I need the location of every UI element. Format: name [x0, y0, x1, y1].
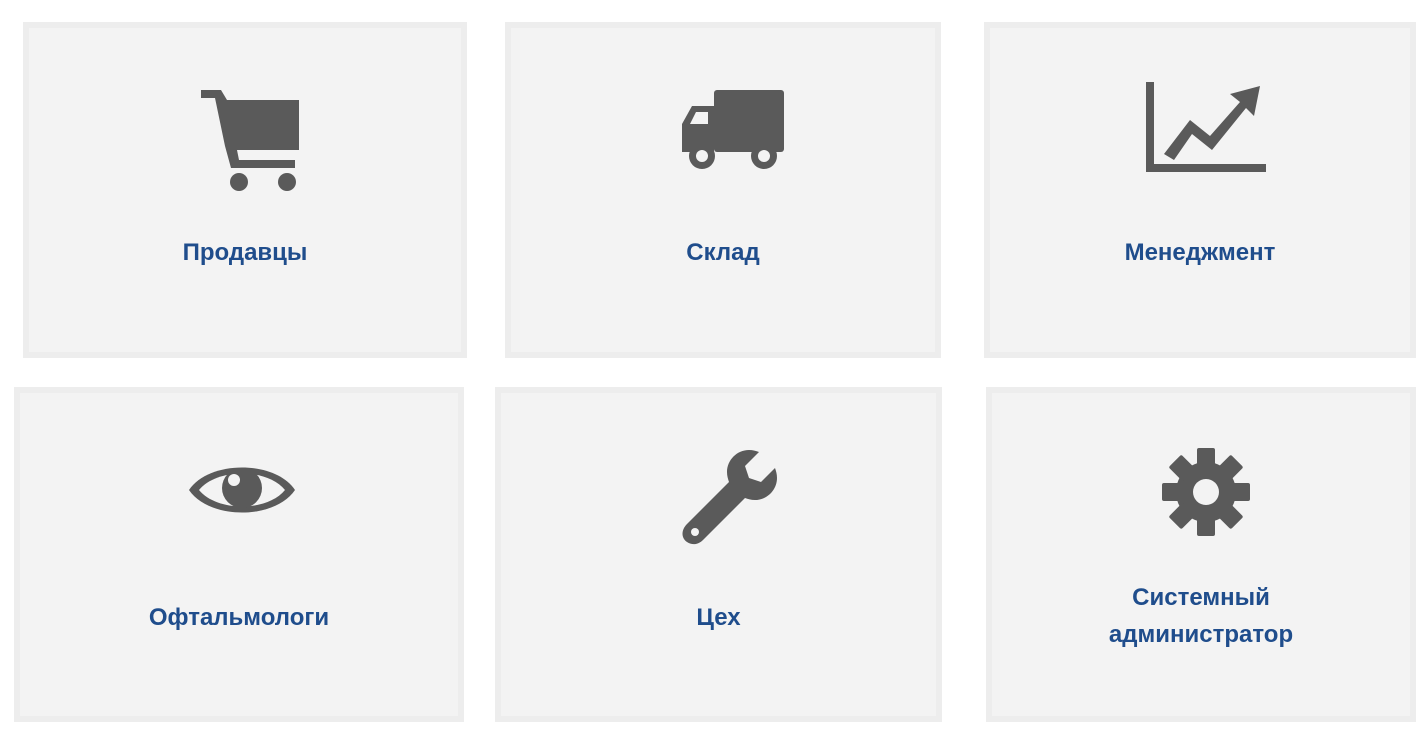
shopping-cart-icon — [199, 86, 303, 196]
tile-system-administrator[interactable]: Системный администратор — [986, 387, 1416, 722]
tile-workshop[interactable]: Цех — [495, 387, 942, 722]
gear-icon — [1158, 444, 1254, 540]
role-selection-grid: Продавцы Склад Менеджмент Офтальмологи Ц… — [0, 0, 1418, 731]
tile-sellers[interactable]: Продавцы — [23, 22, 467, 358]
tile-label: Склад — [686, 239, 760, 266]
tile-label: Цех — [696, 604, 741, 631]
wrench-icon — [679, 446, 779, 546]
tile-label: Продавцы — [182, 239, 308, 266]
tile-label-line-1: Системный — [1132, 584, 1270, 611]
tile-warehouse[interactable]: Склад — [505, 22, 941, 358]
eye-icon — [187, 456, 297, 524]
tile-label-line-2: администратор — [1108, 621, 1294, 648]
truck-icon — [676, 84, 788, 174]
tile-ophthalmologists[interactable]: Офтальмологи — [14, 387, 464, 722]
tile-management[interactable]: Менеджмент — [984, 22, 1416, 358]
line-chart-icon — [1144, 80, 1268, 176]
tile-label: Офтальмологи — [148, 604, 330, 631]
tile-label: Менеджмент — [1124, 239, 1276, 266]
tile-label: Системный администратор — [992, 579, 1410, 653]
